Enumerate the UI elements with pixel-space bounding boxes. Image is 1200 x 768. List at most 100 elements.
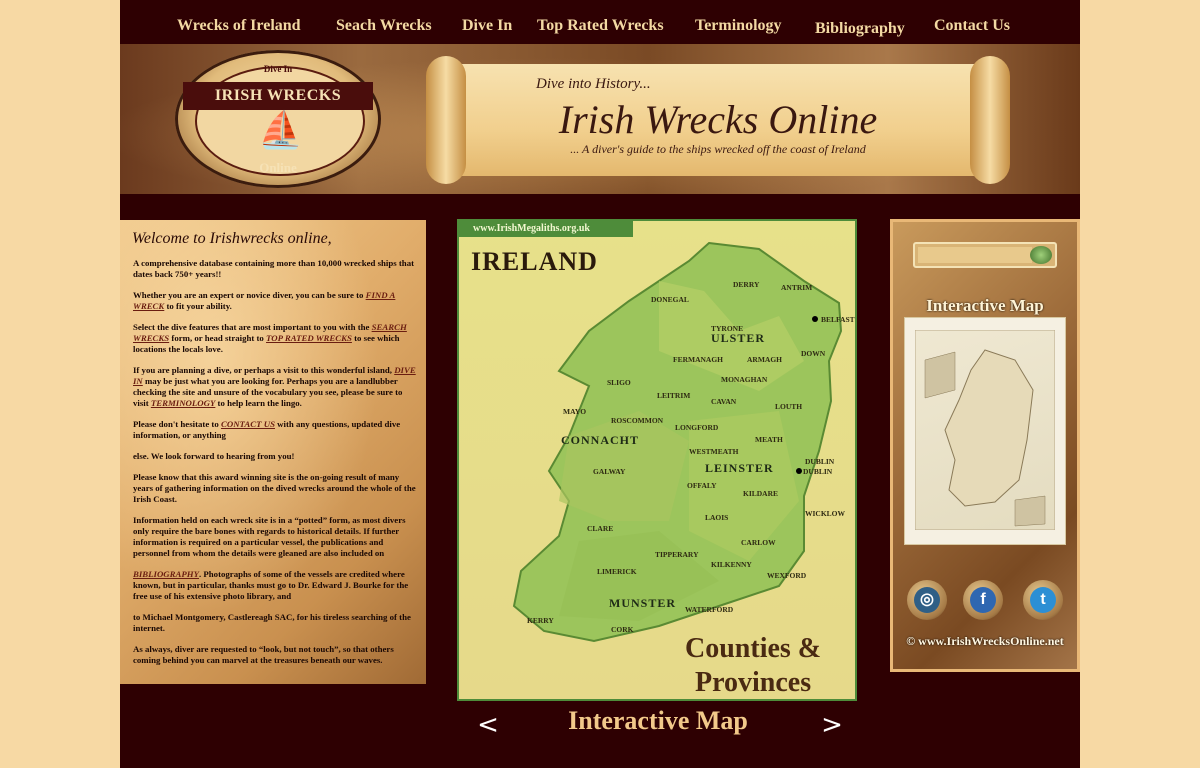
county-label[interactable]: LONGFORD xyxy=(675,423,718,432)
site-logo[interactable]: Dive In IRISH WRECKS ⛵ Online xyxy=(175,50,381,188)
map-thumbnail[interactable] xyxy=(904,317,1066,545)
search-button[interactable] xyxy=(1030,246,1052,264)
welcome-paragraph: Please know that this award winning site… xyxy=(133,472,416,504)
welcome-paragraph: Whether you are an expert or novice dive… xyxy=(133,290,417,312)
county-label[interactable]: DOWN xyxy=(801,349,825,358)
county-label[interactable]: KILKENNY xyxy=(711,560,752,569)
map-next-arrow[interactable]: > xyxy=(820,710,844,740)
county-label[interactable]: GALWAY xyxy=(593,467,625,476)
welcome-text: Whether you are an expert or novice dive… xyxy=(133,290,366,300)
county-label[interactable]: TYRONE xyxy=(711,324,743,333)
county-label[interactable]: MAYO xyxy=(563,407,586,416)
county-label[interactable]: ARMAGH xyxy=(747,355,782,364)
county-label[interactable]: LAOIS xyxy=(705,513,728,522)
welcome-text: If you are planning a dive, or perhaps a… xyxy=(133,365,395,375)
county-label[interactable]: KILDARE xyxy=(743,489,778,498)
welcome-text: Please don't hesitate to xyxy=(133,419,221,429)
welcome-paragraph: As always, diver are requested to “look,… xyxy=(133,644,394,665)
county-label[interactable]: DONEGAL xyxy=(651,295,689,304)
right-sidebar: Interactive Map ◎ f t © www.IrishWrecksO… xyxy=(890,219,1080,672)
county-label[interactable]: SLIGO xyxy=(607,378,631,387)
province-connacht[interactable]: CONNACHT xyxy=(561,433,639,448)
county-label[interactable]: MEATH xyxy=(755,435,783,444)
city-label: DUBLIN xyxy=(803,467,833,476)
twitter-icon: t xyxy=(1030,587,1056,613)
nav-dive-in[interactable]: Dive In xyxy=(462,17,512,35)
ireland-outline-icon xyxy=(914,329,1056,531)
search-input[interactable] xyxy=(918,247,1032,263)
county-label[interactable]: LIMERICK xyxy=(597,567,637,576)
county-label[interactable]: DUBLIN xyxy=(805,457,834,466)
county-label[interactable]: ROSCOMMON xyxy=(611,416,663,425)
county-label[interactable]: CAVAN xyxy=(711,397,736,406)
county-label[interactable]: WEXFORD xyxy=(767,571,806,580)
welcome-text: to fit your ability. xyxy=(164,301,232,311)
link-contact-us[interactable]: CONTACT US xyxy=(221,419,275,429)
link-terminology[interactable]: TERMINOLOGY xyxy=(151,398,216,408)
welcome-paragraph: to Michael Montgomery, Castlereagh SAC, … xyxy=(133,612,411,633)
province-ulster[interactable]: ULSTER xyxy=(711,331,765,346)
map-footer-line1: Counties & xyxy=(685,633,822,664)
welcome-text: form, or head straight to xyxy=(169,333,267,343)
page-container: Wrecks of Ireland Seach Wrecks Dive In T… xyxy=(120,0,1080,768)
county-label[interactable]: CLARE xyxy=(587,524,613,533)
search-box xyxy=(913,242,1057,268)
copyright-text: © www.IrishWrecksOnline.net xyxy=(906,634,1064,648)
nav-terminology[interactable]: Terminology xyxy=(695,17,782,35)
header-banner: Dive In IRISH WRECKS ⛵ Online Dive into … xyxy=(120,44,1080,194)
county-label[interactable]: ANTRIM xyxy=(781,283,812,292)
county-label[interactable]: WATERFORD xyxy=(685,605,733,614)
province-munster[interactable]: MUNSTER xyxy=(609,596,676,611)
county-label[interactable]: FERMANAGH xyxy=(673,355,723,364)
map-footer-line2: Provinces xyxy=(695,667,812,698)
link-bibliography[interactable]: BIBLIOGRAPHY xyxy=(133,569,199,579)
county-label[interactable]: WESTMEATH xyxy=(689,447,738,456)
ireland-island-shape xyxy=(512,241,843,643)
county-label[interactable]: CARLOW xyxy=(741,538,776,547)
nav-top-rated-wrecks[interactable]: Top Rated Wrecks xyxy=(537,17,664,35)
welcome-paragraph: If you are planning a dive, or perhaps a… xyxy=(133,365,417,409)
welcome-paragraph: A comprehensive database containing more… xyxy=(133,258,417,280)
welcome-text: to help learn the lingo. xyxy=(215,398,302,408)
site-tagline: ... A diver's guide to the ships wrecked… xyxy=(570,142,866,156)
welcome-paragraph: BIBLIOGRAPHY. Photographs of some of the… xyxy=(133,569,417,602)
nav-bibliography[interactable]: Bibliography xyxy=(815,20,905,38)
link-top-rated-wrecks[interactable]: TOP RATED WRECKS xyxy=(266,333,352,343)
welcome-paragraph: Select the dive features that are most i… xyxy=(133,322,417,355)
map-source-url: www.IrishMegaliths.org.uk xyxy=(459,221,633,237)
welcome-text: Select the dive features that are most i… xyxy=(133,322,372,332)
logo-ribbon-text: IRISH WRECKS xyxy=(183,82,373,110)
county-label[interactable]: OFFALY xyxy=(687,481,717,490)
title-scroll: Dive into History... Irish Wrecks Online… xyxy=(426,56,1010,184)
nav-contact-us[interactable]: Contact Us xyxy=(934,17,1010,35)
welcome-paragraph: Please don't hesitate to CONTACT US with… xyxy=(133,419,417,441)
ireland-map[interactable]: www.IrishMegaliths.org.uk IRELAND ULSTER… xyxy=(457,219,857,701)
facebook-button[interactable]: f xyxy=(963,580,1003,620)
county-label[interactable]: WICKLOW xyxy=(805,509,845,518)
site-title: Irish Wrecks Online xyxy=(558,97,878,142)
banner-kicker: Dive into History... xyxy=(536,76,651,92)
nav-search-wrecks[interactable]: Seach Wrecks xyxy=(336,17,432,35)
logo-bottom-text: Online xyxy=(259,160,297,175)
province-leinster[interactable]: LEINSTER xyxy=(705,461,774,476)
county-label[interactable]: DERRY xyxy=(733,280,759,289)
logo-top-text: Dive In xyxy=(263,64,293,74)
map-prev-arrow[interactable]: < xyxy=(476,710,500,740)
county-label[interactable]: LOUTH xyxy=(775,402,802,411)
nav-wrecks-of-ireland[interactable]: Wrecks of Ireland xyxy=(177,17,301,35)
welcome-paragraph: Information held on each wreck site is i… xyxy=(133,515,406,558)
welcome-panel: Welcome to Irishwrecks online, A compreh… xyxy=(120,220,426,684)
twitter-button[interactable]: t xyxy=(1023,580,1063,620)
county-label[interactable]: CORK xyxy=(611,625,634,634)
map-title: IRELAND xyxy=(471,247,598,276)
county-label[interactable]: LEITRIM xyxy=(657,391,690,400)
county-label[interactable]: MONAGHAN xyxy=(721,375,767,384)
county-label[interactable]: TIPPERARY xyxy=(655,550,699,559)
map-caption: Interactive Map xyxy=(568,706,748,735)
county-label[interactable]: KERRY xyxy=(527,616,554,625)
sidebar-title: Interactive Map xyxy=(926,296,1044,315)
instagram-button[interactable]: ◎ xyxy=(907,580,947,620)
city-label: BELFAST xyxy=(821,315,855,324)
welcome-body: A comprehensive database containing more… xyxy=(133,258,417,676)
welcome-paragraph: else. We look forward to hearing from yo… xyxy=(133,451,295,461)
